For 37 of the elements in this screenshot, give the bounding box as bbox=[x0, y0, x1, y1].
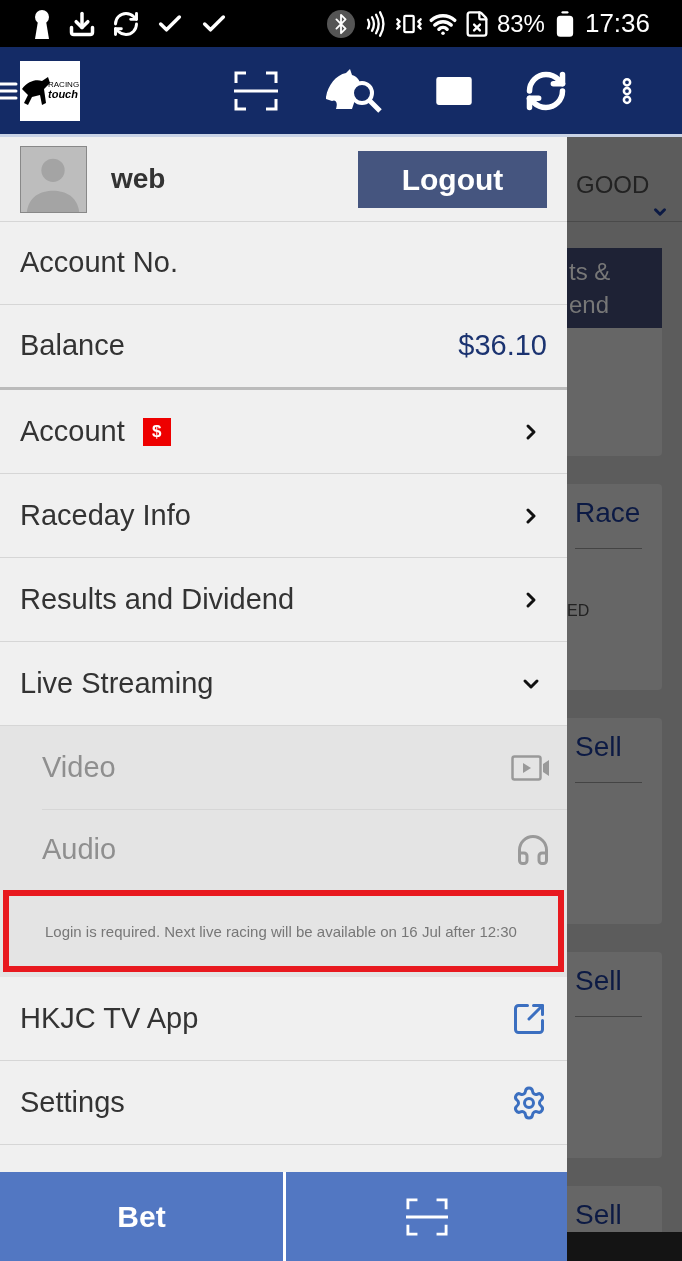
bet-button[interactable]: Bet bbox=[0, 1172, 283, 1261]
account-number-label: Account No. bbox=[20, 245, 178, 281]
menu-label: Results and Dividend bbox=[20, 581, 295, 617]
clock: 17:36 bbox=[584, 7, 650, 40]
headphones-icon bbox=[515, 832, 551, 868]
logo-text: touch bbox=[48, 89, 79, 100]
menu-label: Account bbox=[20, 413, 125, 449]
card-heading: ts & bbox=[569, 257, 612, 287]
username: web bbox=[111, 162, 166, 196]
bluetooth-icon bbox=[326, 9, 355, 38]
logo-text: RACING bbox=[48, 81, 80, 89]
video-camera-icon bbox=[511, 754, 551, 781]
going-text: GOOD bbox=[576, 170, 651, 200]
card-title: Sell bbox=[575, 730, 623, 764]
notice-text: Login is required. Next live racing will be available on 16 Jul after 12:30 bbox=[45, 921, 517, 942]
battery-percent: 83% bbox=[496, 8, 545, 39]
menu-label: Raceday Info bbox=[20, 497, 191, 533]
card-title: Race bbox=[575, 496, 642, 530]
card-heading: end bbox=[569, 290, 611, 320]
scan-icon bbox=[405, 1196, 448, 1237]
card-note: ED bbox=[567, 601, 591, 621]
dollar-badge: $ bbox=[142, 417, 171, 446]
balance-label: Balance bbox=[20, 328, 125, 364]
app-logo[interactable]: RACING touch bbox=[20, 60, 80, 121]
card-title: Sell bbox=[575, 1198, 623, 1232]
logout-button[interactable]: Logout bbox=[358, 150, 547, 208]
download-icon bbox=[68, 9, 96, 38]
scan-icon bbox=[234, 70, 278, 111]
balance-value: $36.10 bbox=[458, 328, 547, 364]
sync-icon bbox=[112, 9, 140, 38]
menu-label: Settings bbox=[20, 1084, 125, 1120]
menu-label: Live Streaming bbox=[20, 665, 214, 701]
card-title: Sell bbox=[575, 964, 623, 998]
settings-icon[interactable] bbox=[511, 1084, 547, 1121]
avatar-icon bbox=[20, 145, 87, 213]
menu-label: HKJC TV App bbox=[20, 1000, 199, 1036]
keyhole-icon bbox=[32, 8, 52, 39]
